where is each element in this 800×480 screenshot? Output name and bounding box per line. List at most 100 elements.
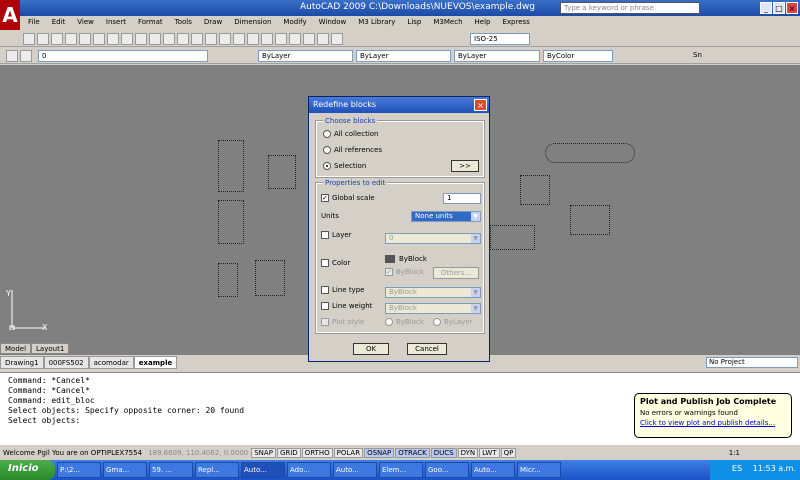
save-icon[interactable]: [51, 33, 63, 45]
drawing-block[interactable]: [255, 260, 285, 296]
layer-checkbox[interactable]: Layer: [321, 231, 352, 239]
menu-draw[interactable]: Draw: [198, 16, 228, 30]
open-icon[interactable]: [37, 33, 49, 45]
markup-icon[interactable]: [303, 33, 315, 45]
layer-manager-icon[interactable]: [6, 50, 18, 62]
dimstyle-select[interactable]: ISO-25: [470, 33, 530, 45]
layout-tab[interactable]: Layout1: [31, 343, 70, 354]
status-toggle-osnap[interactable]: OSNAP: [364, 447, 395, 458]
layer-select[interactable]: 0: [38, 50, 208, 62]
menu-m3-library[interactable]: M3 Library: [352, 16, 401, 30]
menu-format[interactable]: Format: [132, 16, 169, 30]
status-toggle-polar[interactable]: POLAR: [333, 447, 364, 458]
linetype-checkbox[interactable]: Line type: [321, 286, 364, 294]
publish-icon[interactable]: [93, 33, 105, 45]
drawing-block[interactable]: [520, 175, 550, 205]
taskbar-task[interactable]: Ado...: [287, 462, 331, 478]
zoom-previous-icon[interactable]: [233, 33, 245, 45]
maximize-button[interactable]: □: [773, 2, 785, 14]
status-toggle-ducs[interactable]: DUCS: [430, 447, 457, 458]
help-icon[interactable]: [331, 33, 343, 45]
check-icon[interactable]: [321, 302, 329, 310]
drawing-block[interactable]: [218, 263, 238, 297]
annotation-scale[interactable]: 1:1: [729, 449, 800, 457]
menu-insert[interactable]: Insert: [100, 16, 132, 30]
project-select[interactable]: No Project: [706, 357, 798, 368]
check-icon[interactable]: [321, 286, 329, 294]
print-icon[interactable]: [65, 33, 77, 45]
redo-icon[interactable]: [177, 33, 189, 45]
pan-icon[interactable]: [191, 33, 203, 45]
taskbar-task[interactable]: 59. ...: [149, 462, 193, 478]
undo-icon[interactable]: [163, 33, 175, 45]
taskbar-task[interactable]: Auto...: [241, 462, 285, 478]
zoom-window-icon[interactable]: [219, 33, 231, 45]
menu-dimension[interactable]: Dimension: [228, 16, 277, 30]
global-scale-input[interactable]: 1: [443, 193, 481, 204]
menu-file[interactable]: File: [22, 16, 46, 30]
menu-m3mech[interactable]: M3Mech: [427, 16, 468, 30]
status-toggle-lwt[interactable]: LWT: [479, 447, 500, 458]
status-toggle-ortho[interactable]: ORTHO: [301, 447, 333, 458]
clock[interactable]: 11:53 a.m.: [753, 464, 796, 473]
color-select[interactable]: ByLayer: [258, 50, 353, 62]
dialog-close-button[interactable]: ×: [474, 99, 487, 111]
menu-edit[interactable]: Edit: [46, 16, 72, 30]
drawing-block[interactable]: [570, 205, 610, 235]
radio-icon[interactable]: [323, 162, 331, 170]
radio-icon[interactable]: [323, 146, 331, 154]
copy-icon[interactable]: [121, 33, 133, 45]
autocad-logo-icon[interactable]: A: [0, 0, 20, 30]
start-button[interactable]: Inicio: [0, 460, 55, 480]
drawing-block[interactable]: [490, 225, 535, 250]
paste-icon[interactable]: [135, 33, 147, 45]
taskbar-task[interactable]: P:\2...: [57, 462, 101, 478]
units-select[interactable]: None units ▼: [411, 211, 481, 222]
radio-all-collection[interactable]: All collection: [323, 130, 379, 138]
status-toggle-qp[interactable]: QP: [500, 447, 517, 458]
taskbar-task[interactable]: Auto...: [333, 462, 377, 478]
global-scale-checkbox[interactable]: ✓ Global scale: [321, 194, 375, 202]
layer-bulb-icon[interactable]: [20, 50, 32, 62]
zoom-icon[interactable]: [205, 33, 217, 45]
new-icon[interactable]: [23, 33, 35, 45]
file-tab[interactable]: 000FS502: [43, 356, 89, 369]
menu-express[interactable]: Express: [496, 16, 535, 30]
status-toggle-otrack[interactable]: OTRACK: [395, 447, 430, 458]
lineweight-select[interactable]: ByLayer: [454, 50, 540, 62]
menu-window[interactable]: Window: [313, 16, 353, 30]
properties-icon[interactable]: [247, 33, 259, 45]
cancel-button[interactable]: Cancel: [407, 343, 447, 355]
status-toggle-dyn[interactable]: DYN: [457, 447, 479, 458]
taskbar-task[interactable]: Micr...: [517, 462, 561, 478]
check-icon[interactable]: [321, 259, 329, 267]
taskbar-task[interactable]: Gma...: [103, 462, 147, 478]
match-icon[interactable]: [149, 33, 161, 45]
snap-label[interactable]: Sn: [690, 50, 712, 62]
taskbar-task[interactable]: Auto...: [471, 462, 515, 478]
language-indicator[interactable]: ES: [732, 464, 742, 473]
radio-all-references[interactable]: All references: [323, 146, 382, 154]
drawing-block[interactable]: [218, 140, 244, 192]
design-center-icon[interactable]: [261, 33, 273, 45]
minimize-button[interactable]: _: [760, 2, 772, 14]
ok-button[interactable]: OK: [353, 343, 389, 355]
status-toggle-grid[interactable]: GRID: [276, 447, 301, 458]
drawing-block[interactable]: [268, 155, 296, 189]
file-tab[interactable]: Drawing1: [0, 356, 44, 369]
menu-tools[interactable]: Tools: [169, 16, 198, 30]
taskbar-task[interactable]: Goo...: [425, 462, 469, 478]
drawing-block[interactable]: [545, 143, 635, 163]
calc-icon[interactable]: [317, 33, 329, 45]
menu-modify[interactable]: Modify: [277, 16, 312, 30]
preview-icon[interactable]: [79, 33, 91, 45]
menu-help[interactable]: Help: [469, 16, 497, 30]
layout-tab[interactable]: Model: [0, 343, 32, 354]
check-icon[interactable]: [321, 231, 329, 239]
taskbar-task[interactable]: Repl...: [195, 462, 239, 478]
status-toggle-snap[interactable]: SNAP: [251, 447, 276, 458]
radio-selection[interactable]: Selection: [323, 162, 366, 170]
help-search-input[interactable]: Type a keyword or phrase: [560, 2, 700, 14]
balloon-link[interactable]: Click to view plot and publish details..…: [640, 419, 786, 427]
cut-icon[interactable]: [107, 33, 119, 45]
